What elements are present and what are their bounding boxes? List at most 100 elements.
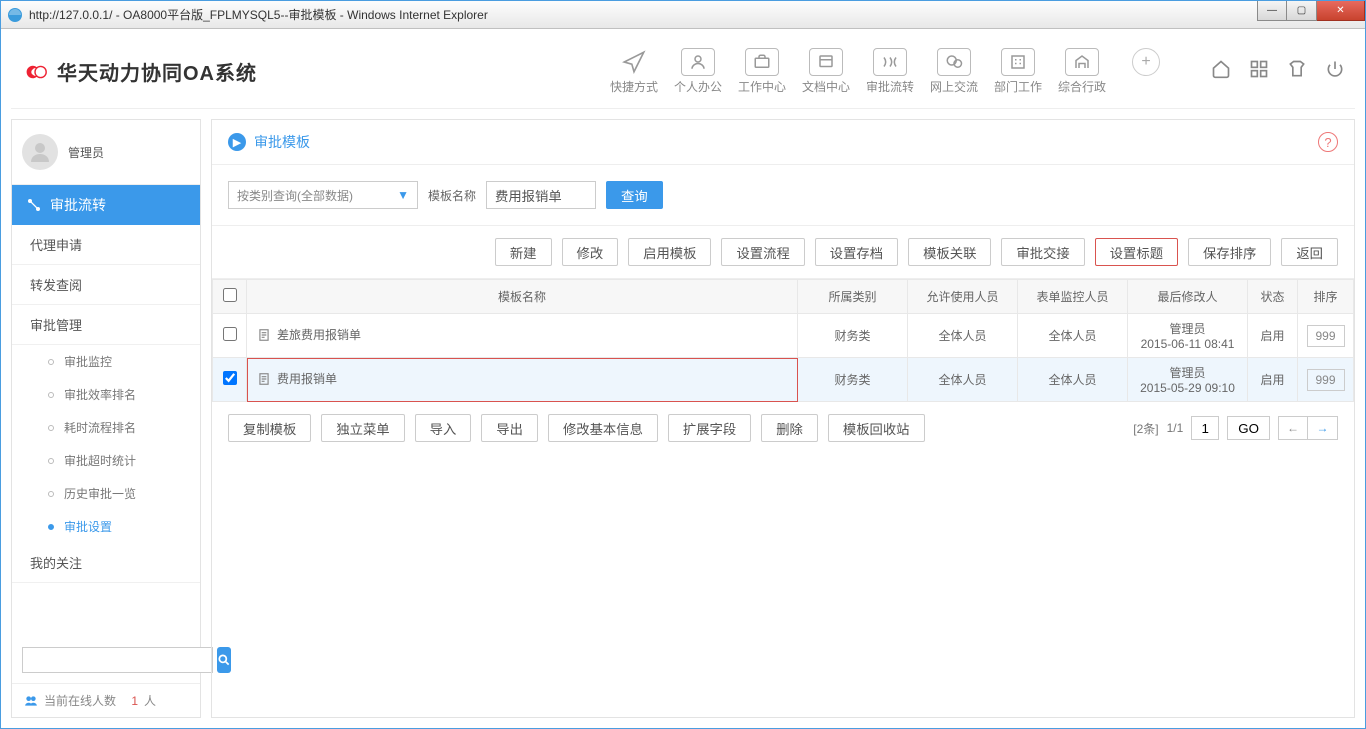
sidebar-sub-history[interactable]: 历史审批一览 bbox=[12, 477, 200, 510]
sidebar-item-forward[interactable]: 转发查阅 bbox=[12, 265, 200, 305]
extend-button[interactable]: 扩展字段 bbox=[668, 414, 751, 442]
power-icon[interactable] bbox=[1325, 59, 1345, 84]
row-checkbox[interactable] bbox=[223, 327, 237, 341]
page-input[interactable] bbox=[1191, 416, 1219, 440]
breadcrumb: ▶ 审批模板 ? bbox=[212, 120, 1354, 165]
body: 管理员 审批流转 代理申请 转发查阅 审批管理 审批监控 审批效率排名 耗时流程… bbox=[11, 119, 1355, 718]
template-name-label: 模板名称 bbox=[428, 187, 476, 204]
go-button[interactable]: GO bbox=[1227, 416, 1270, 440]
sidebar-item-myfocus[interactable]: 我的关注 bbox=[12, 543, 200, 583]
logo-text: 华天动力协同OA系统 bbox=[57, 57, 257, 86]
template-name-input[interactable] bbox=[486, 181, 596, 209]
shirt-icon[interactable] bbox=[1287, 59, 1307, 84]
plus-icon: + bbox=[1132, 48, 1160, 76]
main: ▶ 审批模板 ? 按类别查询(全部数据) ▼ 模板名称 查询 新建 修改 bbox=[211, 119, 1355, 718]
col-status: 状态 bbox=[1248, 280, 1298, 314]
recycle-button[interactable]: 模板回收站 bbox=[828, 414, 925, 442]
sidebar-item-manage[interactable]: 审批管理 bbox=[12, 305, 200, 345]
user-block: 管理员 bbox=[12, 120, 200, 185]
save-sort-button[interactable]: 保存排序 bbox=[1188, 238, 1271, 266]
nav-add[interactable]: + bbox=[1121, 48, 1171, 95]
help-icon[interactable]: ? bbox=[1318, 132, 1338, 152]
nav-dept[interactable]: 部门工作 bbox=[993, 48, 1043, 95]
logo-icon bbox=[21, 58, 49, 86]
table-header-row: 模板名称 所属类别 允许使用人员 表单监控人员 最后修改人 状态 排序 bbox=[213, 280, 1354, 314]
sidebar-section-approval[interactable]: 审批流转 bbox=[12, 185, 200, 225]
row-checkbox[interactable] bbox=[223, 371, 237, 385]
nav-admin[interactable]: 综合行政 bbox=[1057, 48, 1107, 95]
export-button[interactable]: 导出 bbox=[481, 414, 538, 442]
col-category: 所属类别 bbox=[798, 280, 908, 314]
col-name: 模板名称 bbox=[247, 280, 798, 314]
import-button[interactable]: 导入 bbox=[415, 414, 472, 442]
set-title-button[interactable]: 设置标题 bbox=[1095, 238, 1178, 266]
nav-chat[interactable]: 网上交流 bbox=[929, 48, 979, 95]
top-right-icons bbox=[1211, 59, 1345, 84]
back-button[interactable]: 返回 bbox=[1281, 238, 1338, 266]
file-icon bbox=[257, 328, 271, 345]
handover-button[interactable]: 审批交接 bbox=[1001, 238, 1084, 266]
category-dropdown[interactable]: 按类别查询(全部数据) ▼ bbox=[228, 181, 418, 209]
prev-page-button[interactable]: ← bbox=[1278, 416, 1308, 440]
sidebar-section-label: 审批流转 bbox=[50, 195, 106, 215]
minimize-button[interactable]: — bbox=[1257, 1, 1287, 21]
flow-icon bbox=[26, 197, 42, 213]
query-button[interactable]: 查询 bbox=[606, 181, 663, 209]
search-input[interactable] bbox=[22, 647, 213, 673]
titlebar: http://127.0.0.1/ - OA8000平台版_FPLMYSQL5-… bbox=[1, 1, 1365, 29]
user-name: 管理员 bbox=[68, 144, 104, 161]
set-flow-button[interactable]: 设置流程 bbox=[721, 238, 804, 266]
delete-button[interactable]: 删除 bbox=[761, 414, 818, 442]
sidebar-item-proxy[interactable]: 代理申请 bbox=[12, 225, 200, 265]
nav-docs[interactable]: 文档中心 bbox=[801, 48, 851, 95]
col-sort: 排序 bbox=[1298, 280, 1354, 314]
col-monitor: 表单监控人员 bbox=[1018, 280, 1128, 314]
enable-button[interactable]: 启用模板 bbox=[628, 238, 711, 266]
copy-button[interactable]: 复制模板 bbox=[228, 414, 311, 442]
set-archive-button[interactable]: 设置存档 bbox=[815, 238, 898, 266]
nav-approval[interactable]: 审批流转 bbox=[865, 48, 915, 95]
topbar: 华天动力协同OA系统 快捷方式 个人办公 工作中心 文档中心 审批流转 网上交流… bbox=[11, 39, 1355, 109]
sidebar-sub-overtime[interactable]: 审批超时统计 bbox=[12, 444, 200, 477]
col-editor: 最后修改人 bbox=[1128, 280, 1248, 314]
select-all-checkbox[interactable] bbox=[223, 288, 237, 302]
maximize-button[interactable]: ▢ bbox=[1287, 1, 1317, 21]
pager: [2条] 1/1 GO ← → bbox=[1133, 416, 1338, 440]
close-button[interactable]: ✕ bbox=[1317, 1, 1365, 21]
bottom-row: 复制模板 独立菜单 导入 导出 修改基本信息 扩展字段 删除 模板回收站 [2条… bbox=[212, 402, 1354, 454]
grid-icon[interactable] bbox=[1249, 59, 1269, 84]
nav-shortcut[interactable]: 快捷方式 bbox=[609, 48, 659, 95]
relate-button[interactable]: 模板关联 bbox=[908, 238, 991, 266]
nav-personal[interactable]: 个人办公 bbox=[673, 48, 723, 95]
home-icon[interactable] bbox=[1211, 59, 1231, 84]
table-row[interactable]: 费用报销单 财务类 全体人员 全体人员 管理员2015-05-29 09:10 … bbox=[213, 358, 1354, 402]
app: 华天动力协同OA系统 快捷方式 个人办公 工作中心 文档中心 审批流转 网上交流… bbox=[1, 29, 1365, 728]
table-row[interactable]: 差旅费用报销单 财务类 全体人员 全体人员 管理员2015-06-11 08:4… bbox=[213, 314, 1354, 358]
file-icon bbox=[257, 372, 271, 389]
online-users: 当前在线人数 1人 bbox=[12, 683, 200, 717]
sidebar-sub-efficiency[interactable]: 审批效率排名 bbox=[12, 378, 200, 411]
window-title: http://127.0.0.1/ - OA8000平台版_FPLMYSQL5-… bbox=[29, 6, 488, 23]
sort-input[interactable]: 999 bbox=[1307, 325, 1345, 347]
menu-button[interactable]: 独立菜单 bbox=[321, 414, 404, 442]
edit-basic-button[interactable]: 修改基本信息 bbox=[548, 414, 658, 442]
sidebar-sub-monitor[interactable]: 审批监控 bbox=[12, 345, 200, 378]
sort-input[interactable]: 999 bbox=[1307, 369, 1345, 391]
caret-down-icon: ▼ bbox=[397, 188, 409, 202]
nav-work[interactable]: 工作中心 bbox=[737, 48, 787, 95]
template-table: 模板名称 所属类别 允许使用人员 表单监控人员 最后修改人 状态 排序 差旅费 bbox=[212, 279, 1354, 402]
top-nav: 快捷方式 个人办公 工作中心 文档中心 审批流转 网上交流 部门工作 综合行政 … bbox=[609, 48, 1171, 95]
window-controls: — ▢ ✕ bbox=[1257, 1, 1365, 21]
page-indicator: 1/1 bbox=[1167, 421, 1184, 435]
new-button[interactable]: 新建 bbox=[495, 238, 552, 266]
next-page-button[interactable]: → bbox=[1308, 416, 1338, 440]
sidebar-search bbox=[12, 637, 200, 683]
sidebar-sub-settings[interactable]: 审批设置 bbox=[12, 510, 200, 543]
users-icon bbox=[24, 694, 38, 708]
arrow-icon: ▶ bbox=[228, 133, 246, 151]
logo: 华天动力协同OA系统 bbox=[21, 57, 257, 86]
sidebar-sub-time[interactable]: 耗时流程排名 bbox=[12, 411, 200, 444]
edit-button[interactable]: 修改 bbox=[562, 238, 619, 266]
record-count: [2条] bbox=[1133, 420, 1158, 437]
action-row: 新建 修改 启用模板 设置流程 设置存档 模板关联 审批交接 设置标题 保存排序… bbox=[212, 226, 1354, 279]
